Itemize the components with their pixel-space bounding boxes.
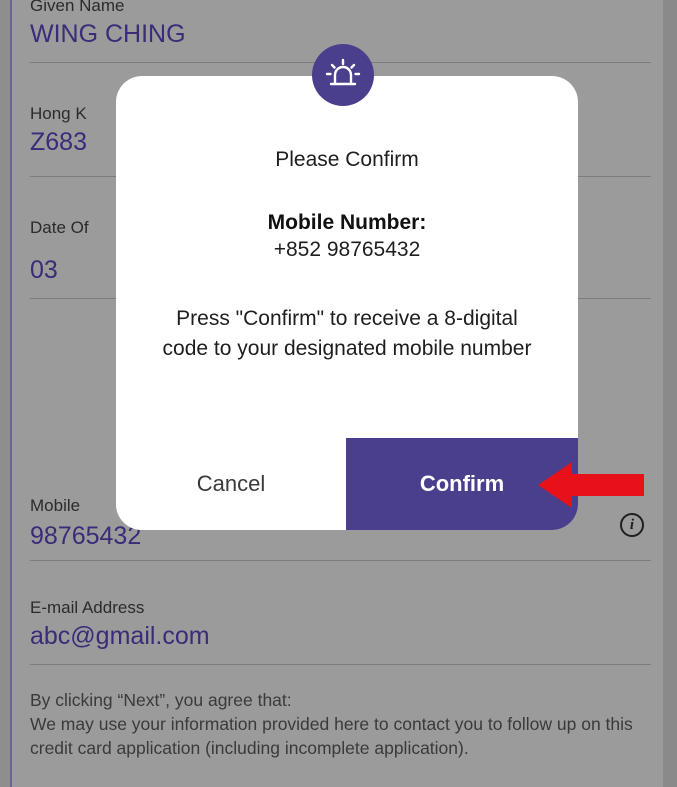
consent-text: By clicking “Next”, you agree that: We m… (30, 688, 651, 760)
dialog-field-value: +852 98765432 (273, 238, 421, 261)
field-underline (30, 560, 651, 561)
confirm-dialog: Please Confirm Mobile Number: +852 98765… (116, 76, 578, 530)
given-name-label: Given Name (30, 0, 125, 15)
info-icon[interactable]: i (620, 513, 644, 537)
dialog-message: Press "Confirm" to receive a 8-digital c… (162, 307, 532, 360)
field-underline (30, 664, 651, 665)
consent-line-2: We may use your information provided her… (30, 714, 633, 758)
email-value: abc@gmail.com (30, 622, 210, 650)
email-field[interactable]: E-mail Address abc@gmail.com (30, 598, 651, 665)
dialog-field-label: Mobile Number: (267, 211, 427, 234)
cancel-button[interactable]: Cancel (116, 438, 346, 530)
window-edge (663, 0, 677, 787)
consent-line-1: By clicking “Next”, you agree that: (30, 690, 292, 710)
given-name-field[interactable]: Given Name WING CHING (30, 0, 651, 63)
siren-icon (312, 44, 374, 106)
dialog-title: Please Confirm (275, 148, 419, 171)
email-label: E-mail Address (30, 598, 145, 617)
arrow-left-icon (538, 462, 644, 508)
